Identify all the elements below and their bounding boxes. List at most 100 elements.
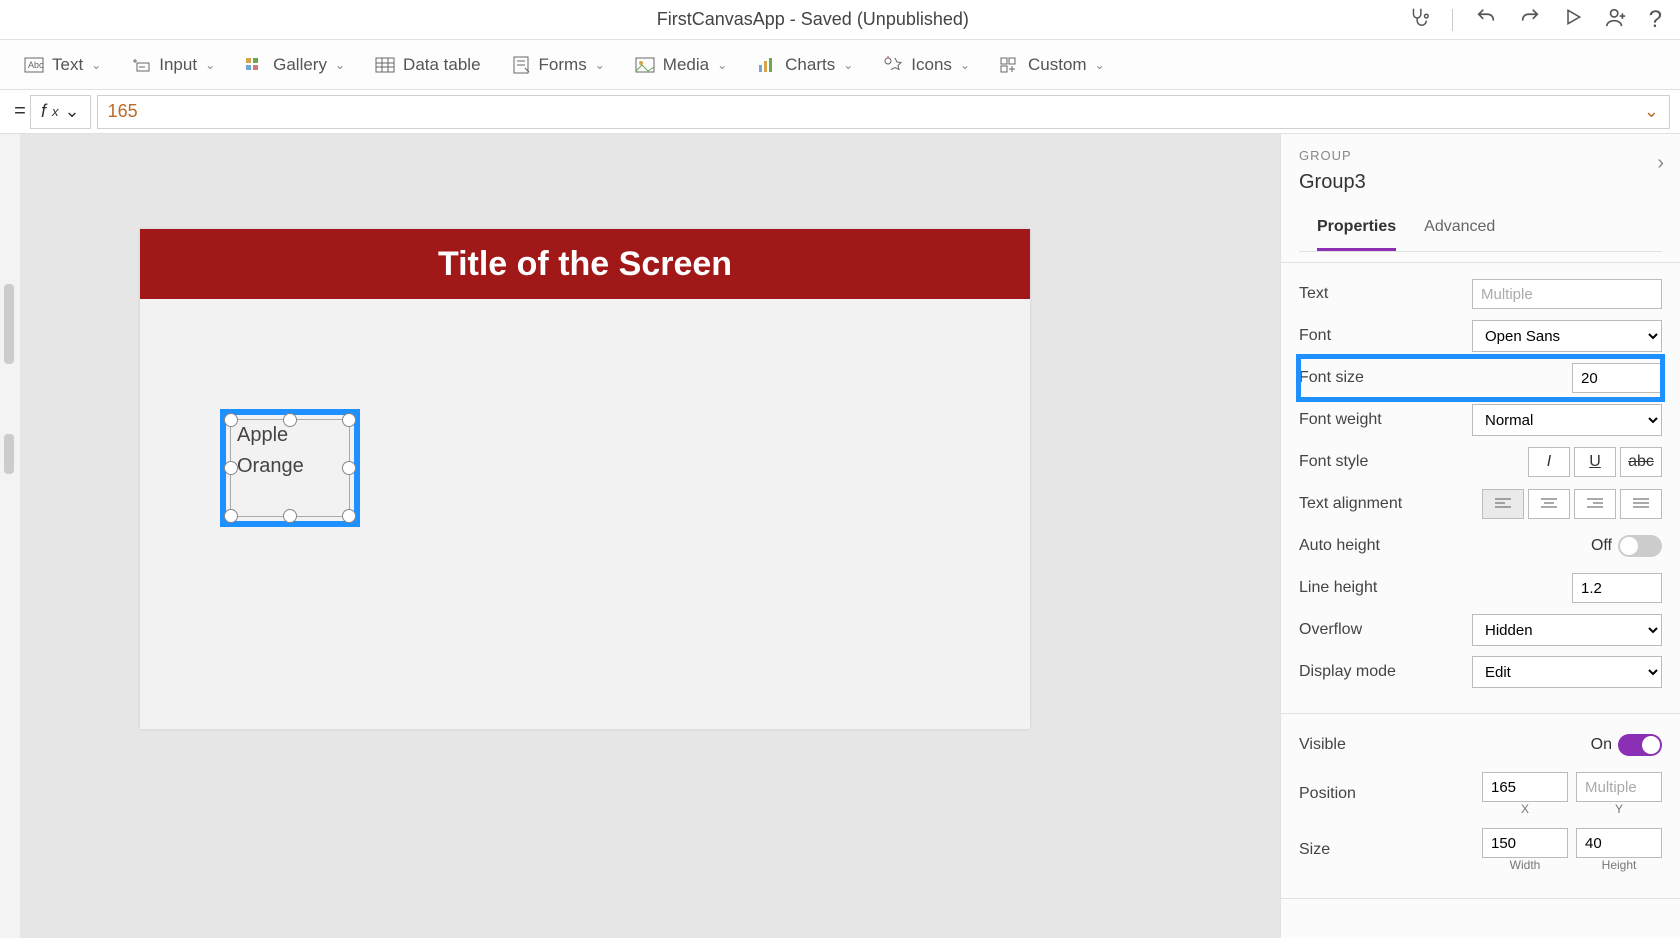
pos-y-sublabel: Y	[1615, 802, 1623, 816]
tab-properties[interactable]: Properties	[1317, 206, 1396, 251]
displaymode-label: Display mode	[1299, 663, 1396, 681]
chevron-down-icon: ⌄	[205, 58, 215, 72]
ribbon-toolbar: AbcText⌄ Input⌄ Gallery ⌄ Data table Form…	[0, 40, 1680, 90]
ribbon-charts[interactable]: Charts⌄	[757, 55, 853, 75]
scroll-thumb[interactable]	[4, 434, 14, 474]
chevron-down-icon: ⌄	[595, 58, 605, 72]
font-select[interactable]: Open Sans	[1472, 320, 1662, 352]
text-input[interactable]	[1472, 279, 1662, 309]
title-actions: ?	[1408, 6, 1662, 34]
autoheight-label: Auto height	[1299, 537, 1380, 555]
size-h-sublabel: Height	[1602, 858, 1637, 872]
position-y-input[interactable]	[1576, 772, 1662, 802]
resize-handle[interactable]	[342, 509, 356, 523]
position-label: Position	[1299, 785, 1356, 803]
ribbon-datatable[interactable]: Data table	[375, 55, 481, 75]
ribbon-datatable-label: Data table	[403, 55, 481, 75]
align-center-button[interactable]	[1528, 489, 1570, 519]
resize-handle[interactable]	[224, 461, 238, 475]
visible-toggle[interactable]	[1618, 734, 1662, 756]
props-section-layout: Visible On Position X Y Size Width Heigh…	[1281, 714, 1680, 899]
size-w-sublabel: Width	[1510, 858, 1541, 872]
resize-handle[interactable]	[283, 509, 297, 523]
row-position: Position X Y	[1299, 766, 1662, 822]
redo-icon[interactable]	[1519, 6, 1541, 34]
tab-advanced[interactable]: Advanced	[1424, 206, 1495, 251]
resize-handle[interactable]	[283, 413, 297, 427]
chevron-right-icon[interactable]: ›	[1657, 152, 1664, 175]
size-label: Size	[1299, 841, 1330, 859]
lineheight-label: Line height	[1299, 579, 1377, 597]
chevron-down-icon: ⌄	[960, 58, 970, 72]
screen-canvas[interactable]: Title of the Screen Apple Orange	[140, 229, 1030, 729]
chevron-down-icon: ⌄	[335, 58, 345, 72]
align-justify-button[interactable]	[1620, 489, 1662, 519]
strikethrough-button[interactable]: abc	[1620, 447, 1662, 477]
row-fontweight: Font weight Normal	[1299, 399, 1662, 441]
equals-label: =	[10, 100, 30, 123]
ribbon-media-label: Media	[663, 55, 709, 75]
props-tabs: Properties Advanced	[1299, 206, 1662, 252]
divider	[1452, 9, 1453, 31]
props-section-text: Text Font Open Sans Font size Font weigh…	[1281, 263, 1680, 714]
text-icon: Abc	[24, 56, 44, 74]
undo-icon[interactable]	[1475, 6, 1497, 34]
help-icon[interactable]: ?	[1649, 6, 1662, 34]
object-type-label: GROUP	[1299, 148, 1662, 163]
ribbon-text[interactable]: AbcText⌄	[24, 55, 101, 75]
fontweight-select[interactable]: Normal	[1472, 404, 1662, 436]
chevron-down-icon: ⌄	[65, 101, 80, 122]
overflow-select[interactable]: Hidden	[1472, 614, 1662, 646]
chevron-down-icon: ⌄	[1095, 58, 1105, 72]
visible-label: Visible	[1299, 736, 1346, 754]
row-displaymode: Display mode Edit	[1299, 651, 1662, 693]
chevron-down-icon: ⌄	[843, 58, 853, 72]
play-icon[interactable]	[1563, 7, 1583, 33]
autoheight-value: Off	[1591, 537, 1612, 555]
group-item-2[interactable]: Orange	[231, 451, 349, 482]
ribbon-forms-label: Forms	[539, 55, 587, 75]
resize-handle[interactable]	[342, 413, 356, 427]
custom-icon	[1000, 56, 1020, 74]
props-header: GROUP Group3 › Properties Advanced	[1281, 134, 1680, 263]
size-w-input[interactable]	[1482, 828, 1568, 858]
ribbon-forms[interactable]: Forms ⌄	[511, 55, 605, 75]
ribbon-media[interactable]: Media⌄	[635, 55, 727, 75]
position-x-input[interactable]	[1482, 772, 1568, 802]
ribbon-icons[interactable]: Icons⌄	[883, 55, 970, 75]
canvas-area[interactable]: Title of the Screen Apple Orange	[20, 134, 1280, 938]
font-label: Font	[1299, 327, 1331, 345]
ribbon-input[interactable]: Input⌄	[131, 55, 215, 75]
chevron-down-icon: ⌄	[91, 58, 101, 72]
gallery-icon	[245, 56, 265, 74]
align-left-button[interactable]	[1482, 489, 1524, 519]
displaymode-select[interactable]: Edit	[1472, 656, 1662, 688]
fontsize-input[interactable]	[1572, 363, 1662, 393]
ribbon-gallery-label: Gallery	[273, 55, 327, 75]
italic-button[interactable]: I	[1528, 447, 1570, 477]
formula-input[interactable]: 165 ⌄	[97, 95, 1670, 129]
fx-indicator[interactable]: fx⌄	[30, 95, 91, 129]
selected-group[interactable]: Apple Orange	[220, 409, 360, 527]
svg-text:Abc: Abc	[28, 60, 44, 70]
screen-title-banner[interactable]: Title of the Screen	[140, 229, 1030, 299]
scroll-thumb[interactable]	[4, 284, 14, 364]
row-textalign: Text alignment	[1299, 483, 1662, 525]
row-fontstyle: Font style I U abc	[1299, 441, 1662, 483]
autoheight-toggle[interactable]	[1618, 535, 1662, 557]
lineheight-input[interactable]	[1572, 573, 1662, 603]
size-h-input[interactable]	[1576, 828, 1662, 858]
align-right-button[interactable]	[1574, 489, 1616, 519]
underline-button[interactable]: U	[1574, 447, 1616, 477]
resize-handle[interactable]	[342, 461, 356, 475]
input-icon	[131, 56, 151, 74]
ribbon-custom[interactable]: Custom⌄	[1000, 55, 1105, 75]
charts-icon	[757, 56, 777, 74]
fontstyle-buttons: I U abc	[1528, 447, 1662, 477]
resize-handle[interactable]	[224, 413, 238, 427]
resize-handle[interactable]	[224, 509, 238, 523]
app-title: FirstCanvasApp - Saved (Unpublished)	[218, 9, 1408, 30]
stethoscope-icon[interactable]	[1408, 6, 1430, 34]
ribbon-gallery[interactable]: Gallery ⌄	[245, 55, 345, 75]
user-icon[interactable]	[1605, 6, 1627, 34]
